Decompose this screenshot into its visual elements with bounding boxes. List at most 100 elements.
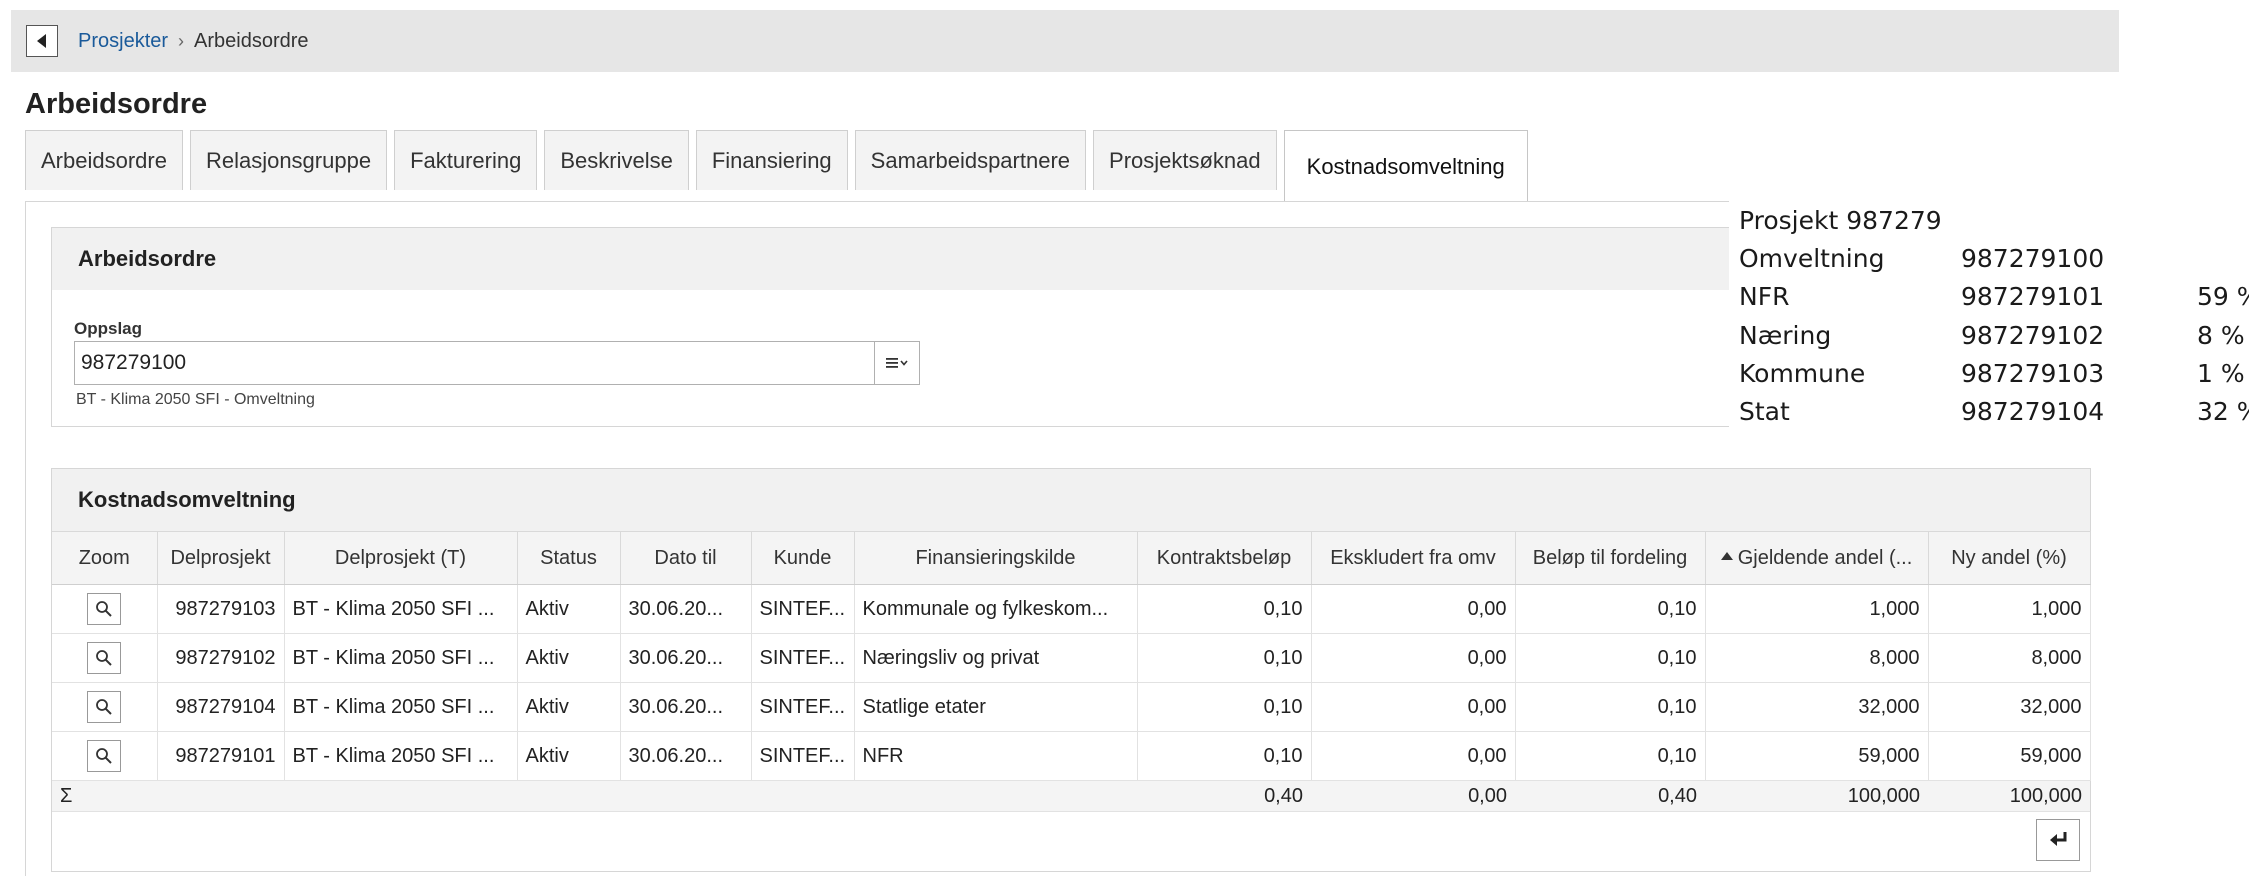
column-header-ny-andel[interactable]: Ny andel (%): [1928, 531, 2091, 585]
cell-delprosjekt-t: BT - Klima 2050 SFI ...: [284, 633, 518, 683]
cell-ny-andel[interactable]: 59,000: [1928, 731, 2091, 781]
zoom-button[interactable]: [87, 691, 122, 723]
kostnadsomveltning-table: Zoom Delprosjekt Delprosjekt (T) Status …: [52, 531, 2091, 812]
cell-dato-til: 30.06.20...: [620, 682, 752, 732]
info-row-name: Næring: [1739, 321, 1832, 350]
cell-ny-andel[interactable]: 1,000: [1928, 584, 2091, 634]
info-title: Prosjekt 987279: [1739, 206, 1942, 235]
tab-relasjonsgruppe[interactable]: Relasjonsgruppe: [189, 130, 388, 190]
cell-kunde: SINTEF...: [751, 584, 855, 634]
back-button[interactable]: [26, 25, 58, 57]
column-header-delprosjekt[interactable]: Delprosjekt: [157, 531, 285, 585]
cell-gjeldende-andel: 32,000: [1705, 682, 1929, 732]
tab-fakturering[interactable]: Fakturering: [394, 130, 538, 190]
cell-finansieringskilde: Næringsliv og privat: [854, 633, 1138, 683]
column-header-status[interactable]: Status: [517, 531, 621, 585]
zoom-cell: [52, 682, 158, 732]
column-header-dato-til[interactable]: Dato til: [620, 531, 752, 585]
info-row-name: Omveltning: [1739, 244, 1885, 273]
arbeidsordre-panel: Arbeidsordre Oppslag BT - Klima 2050 SFI…: [51, 227, 1731, 427]
info-row-name: NFR: [1739, 282, 1790, 311]
column-header-zoom[interactable]: Zoom: [52, 531, 158, 585]
magnifier-icon: [96, 699, 112, 715]
column-header-delprosjekt-t[interactable]: Delprosjekt (T): [284, 531, 518, 585]
cell-dato-til: 30.06.20...: [620, 731, 752, 781]
info-row-number: 987279102: [1961, 321, 2105, 350]
column-header-finansieringskilde[interactable]: Finansieringskilde: [854, 531, 1138, 585]
column-header-kontraktsbelop[interactable]: Kontraktsbeløp: [1137, 531, 1312, 585]
magnifier-icon: [96, 601, 112, 617]
cell-delprosjekt-t: BT - Klima 2050 SFI ...: [284, 682, 518, 732]
sort-ascending-icon: [1720, 552, 1733, 561]
page-title: Arbeidsordre: [25, 88, 208, 120]
sum-empty: [157, 780, 284, 812]
project-info-box: Prosjekt 987279 Omveltning 987279100 NFR…: [1729, 197, 2249, 433]
list-dropdown-icon: [886, 358, 908, 368]
column-header-belop-til-fordeling[interactable]: Beløp til fordeling: [1515, 531, 1706, 585]
info-row: Stat 987279104 32 %: [1739, 397, 2249, 435]
cell-gjeldende-andel: 1,000: [1705, 584, 1929, 634]
sum-ekskludert: 0,00: [1311, 780, 1515, 812]
lookup-dropdown-button[interactable]: [874, 342, 919, 384]
tab-kostnadsomveltning[interactable]: Kostnadsomveltning: [1283, 130, 1528, 202]
cell-belop-til-fordeling: 0,10: [1515, 682, 1706, 732]
tab-finansiering[interactable]: Finansiering: [695, 130, 848, 190]
breadcrumb-separator: ›: [178, 30, 185, 51]
cell-status: Aktiv: [517, 682, 621, 732]
lookup-label: Oppslag: [74, 319, 143, 338]
cell-gjeldende-andel: 59,000: [1705, 731, 1929, 781]
tab-arbeidsordre[interactable]: Arbeidsordre: [25, 130, 183, 190]
cell-ny-andel[interactable]: 32,000: [1928, 682, 2091, 732]
breadcrumb-link-prosjekter[interactable]: Prosjekter: [78, 30, 168, 53]
cell-ny-andel[interactable]: 8,000: [1928, 633, 2091, 683]
table-row: 987279102 BT - Klima 2050 SFI ... Aktiv …: [52, 633, 2091, 683]
cell-status: Aktiv: [517, 731, 621, 781]
tab-prosjektsoknad[interactable]: Prosjektsøknad: [1093, 130, 1277, 190]
info-row-pct: 32 %: [2197, 397, 2249, 426]
breadcrumb: Prosjekter › Arbeidsordre: [78, 30, 309, 53]
info-row-number: 987279101: [1961, 282, 2105, 311]
info-row: NFR 987279101 59 %: [1739, 282, 2249, 320]
zoom-cell: [52, 584, 158, 634]
column-header-ekskludert[interactable]: Ekskludert fra omv: [1311, 531, 1516, 585]
cell-status: Aktiv: [517, 584, 621, 634]
column-header-gjeldende-andel[interactable]: Gjeldende andel (...: [1705, 531, 1929, 585]
info-row: Omveltning 987279100: [1739, 244, 2249, 282]
zoom-cell: [52, 731, 158, 781]
zoom-button[interactable]: [87, 593, 122, 625]
zoom-button[interactable]: [87, 740, 122, 772]
cell-delprosjekt: 987279104: [157, 682, 285, 732]
return-arrow-icon: [2050, 832, 2067, 846]
cell-delprosjekt: 987279103: [157, 584, 285, 634]
kostnadsomveltning-panel: Kostnadsomveltning Zoom Delprosjekt Delp…: [51, 468, 2091, 872]
tab-samarbeidspartnere[interactable]: Samarbeidspartnere: [854, 130, 1087, 190]
cell-delprosjekt-t: BT - Klima 2050 SFI ...: [284, 584, 518, 634]
magnifier-icon: [96, 748, 112, 764]
table-sum-row: Σ 0,40 0,00 0,40 100,000 100,000: [52, 780, 2090, 812]
zoom-button[interactable]: [87, 642, 122, 674]
cell-finansieringskilde: NFR: [854, 731, 1138, 781]
sum-empty: [620, 780, 751, 812]
tab-beskrivelse[interactable]: Beskrivelse: [544, 130, 689, 190]
cell-dato-til: 30.06.20...: [620, 633, 752, 683]
column-header-kunde[interactable]: Kunde: [751, 531, 855, 585]
sum-kontraktsbelop: 0,40: [1137, 780, 1311, 812]
info-row-number: 987279103: [1961, 359, 2105, 388]
lookup-input[interactable]: [75, 342, 874, 384]
info-row: Kommune 987279103 1 %: [1739, 359, 2249, 397]
cell-gjeldende-andel: 8,000: [1705, 633, 1929, 683]
cell-kontraktsbelop: 0,10: [1137, 633, 1312, 683]
cell-belop-til-fordeling: 0,10: [1515, 633, 1706, 683]
cell-finansieringskilde: Statlige etater: [854, 682, 1138, 732]
lookup-description: BT - Klima 2050 SFI - Omveltning: [76, 391, 315, 408]
column-header-gjeldende-andel-label: Gjeldende andel (...: [1737, 546, 1913, 569]
info-title-row: Prosjekt 987279: [1739, 206, 2249, 244]
sum-ny-andel: 100,000: [1928, 780, 2090, 812]
back-arrow-icon: [36, 34, 46, 48]
cell-kontraktsbelop: 0,10: [1137, 682, 1312, 732]
sum-symbol: Σ: [52, 780, 157, 812]
cell-ekskludert: 0,00: [1311, 682, 1516, 732]
apply-button[interactable]: [2036, 819, 2080, 861]
info-row-number: 987279104: [1961, 397, 2105, 426]
cell-kunde: SINTEF...: [751, 731, 855, 781]
